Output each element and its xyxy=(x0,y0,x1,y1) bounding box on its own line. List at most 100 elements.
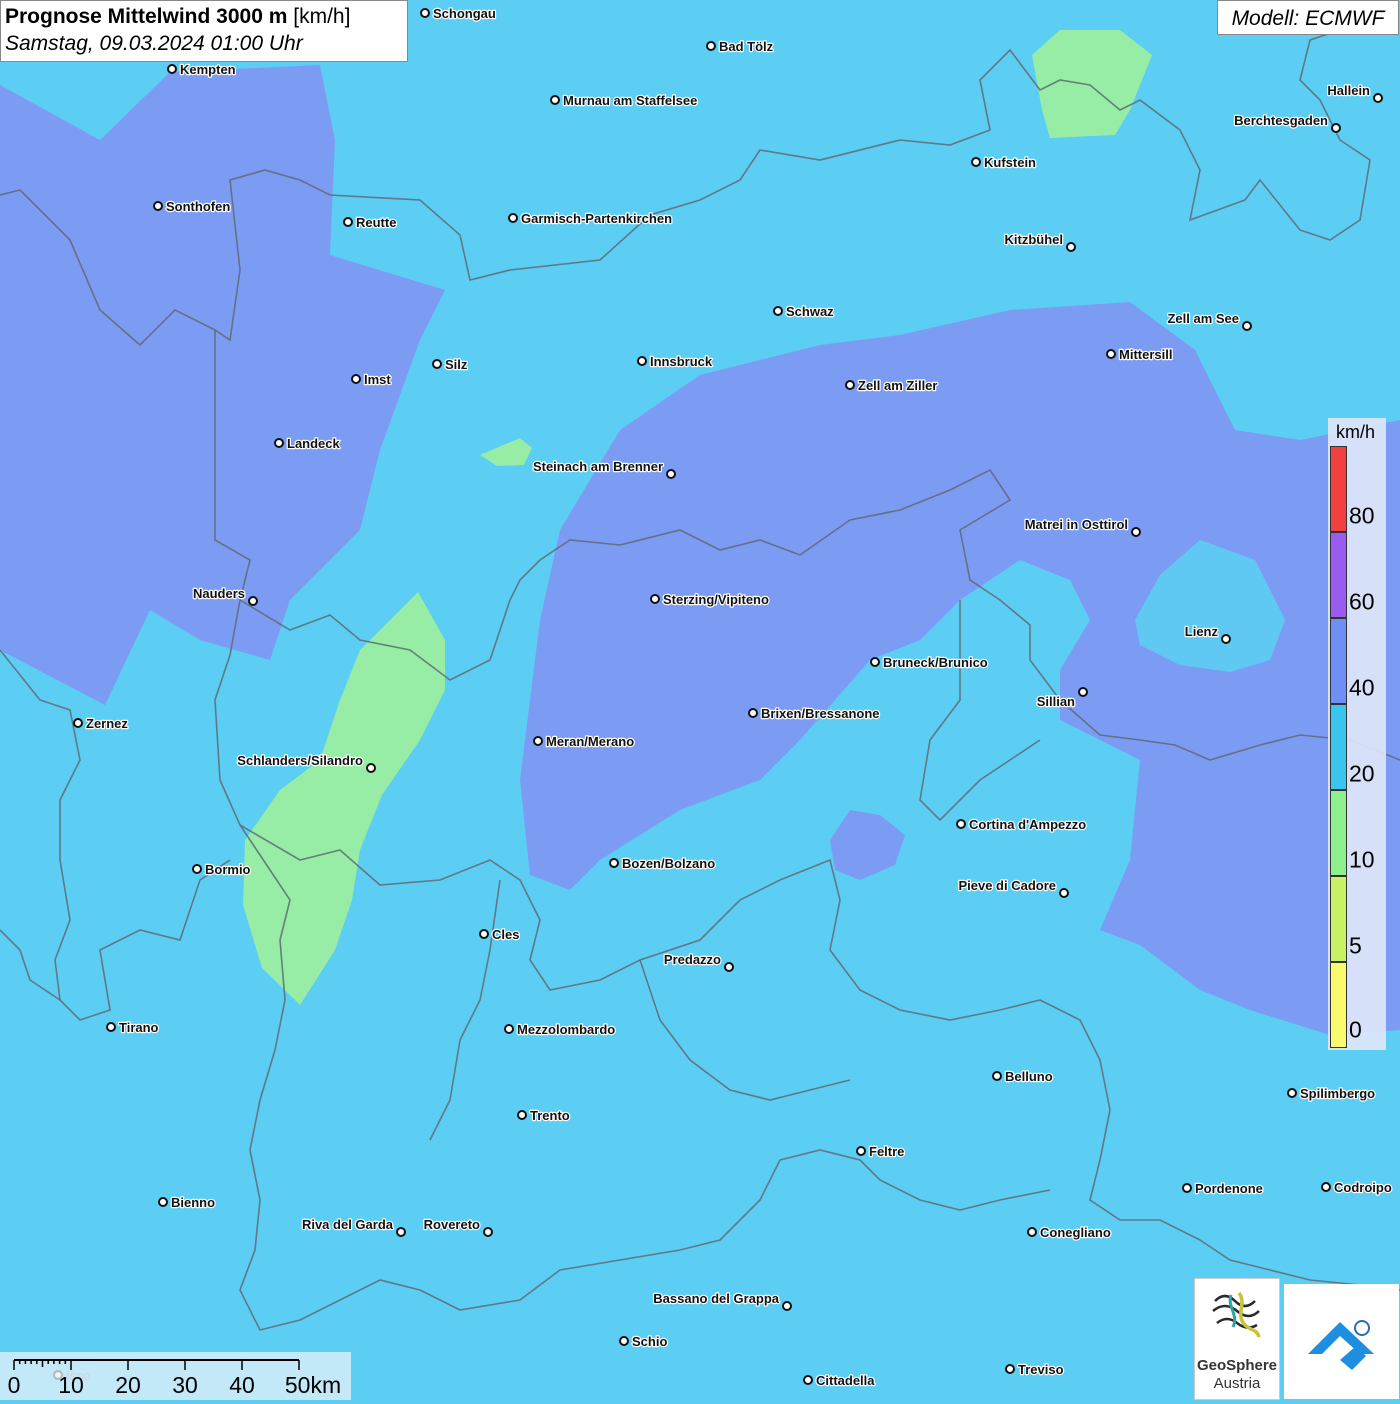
city-label: Bad Tölz xyxy=(719,39,774,54)
scale-label: 30 xyxy=(172,1372,198,1398)
city-label: Trento xyxy=(530,1108,570,1123)
city-dot-icon xyxy=(666,469,676,479)
city-marker[interactable]: Bruneck/Brunico xyxy=(870,654,989,671)
city-marker[interactable]: Innsbruck xyxy=(637,353,714,370)
geosphere-emblem-icon xyxy=(1212,1291,1261,1338)
city-marker[interactable]: Bozen/Bolzano xyxy=(609,855,716,872)
city-dot-icon xyxy=(845,380,855,390)
city-dot-icon xyxy=(619,1336,629,1346)
city-dot-icon xyxy=(508,213,518,223)
city-dot-icon xyxy=(1078,687,1088,697)
city-dot-icon xyxy=(248,596,258,606)
city-dot-icon xyxy=(1221,634,1231,644)
city-label: Treviso xyxy=(1018,1362,1064,1377)
legend-tick-label: 10 xyxy=(1349,846,1375,873)
city-label: Landeck xyxy=(287,436,341,451)
legend-tick-label: 0 xyxy=(1349,1016,1362,1043)
city-marker[interactable]: Cortina d'Ampezzo xyxy=(956,816,1087,833)
city-dot-icon xyxy=(748,708,758,718)
city-label: Conegliano xyxy=(1040,1225,1111,1240)
city-label: Sillian xyxy=(1037,694,1075,709)
city-dot-icon xyxy=(366,763,376,773)
city-dot-icon xyxy=(1321,1182,1331,1192)
legend-unit: km/h xyxy=(1336,422,1376,442)
title-unit: [km/h] xyxy=(293,5,351,28)
city-label: Mittersill xyxy=(1119,347,1172,362)
city-dot-icon xyxy=(1373,93,1383,103)
legend-tick-label: 40 xyxy=(1349,674,1375,701)
model-label: Modell: ECMWF xyxy=(1217,0,1399,35)
city-dot-icon xyxy=(1005,1364,1015,1374)
city-label: Bozen/Bolzano xyxy=(622,856,715,871)
city-marker[interactable]: Meran/Merano xyxy=(533,733,635,750)
city-dot-icon xyxy=(706,41,716,51)
city-label: Belluno xyxy=(1005,1069,1053,1084)
city-label: Rovereto xyxy=(424,1217,480,1232)
city-dot-icon xyxy=(1331,123,1341,133)
city-dot-icon xyxy=(856,1146,866,1156)
legend-swatch xyxy=(1330,618,1347,704)
city-dot-icon xyxy=(483,1227,493,1237)
legend-swatch xyxy=(1330,876,1347,962)
city-marker[interactable]: Garmisch-Partenkirchen xyxy=(508,210,673,227)
wind-map[interactable]: Schongau Bad Tölz Kempten Murnau am Staffel… xyxy=(0,0,1400,1400)
city-marker[interactable]: Zell am Ziller xyxy=(845,377,939,394)
city-dot-icon xyxy=(192,864,202,874)
city-label: Bassano del Grappa xyxy=(653,1291,779,1306)
city-marker[interactable]: Brixen/Bressanone xyxy=(748,705,881,722)
city-label: Zell am See xyxy=(1167,311,1239,326)
city-dot-icon xyxy=(153,201,163,211)
city-dot-icon xyxy=(533,736,543,746)
city-dot-icon xyxy=(479,929,489,939)
city-dot-icon xyxy=(106,1022,116,1032)
app-mountain-icon xyxy=(1308,1320,1374,1370)
city-label: Cles xyxy=(492,927,519,942)
legend-tick-label: 80 xyxy=(1349,502,1375,529)
city-label: Bruneck/Brunico xyxy=(883,655,988,670)
city-label: Cittadella xyxy=(816,1373,875,1388)
city-marker[interactable]: Sterzing/Vipiteno xyxy=(650,591,770,608)
city-marker[interactable]: Pordenone xyxy=(1182,1180,1264,1197)
city-dot-icon xyxy=(274,438,284,448)
city-marker[interactable]: Conegliano xyxy=(1027,1224,1112,1241)
city-marker[interactable]: Spilimbergo xyxy=(1287,1085,1376,1102)
city-dot-icon xyxy=(167,64,177,74)
city-label: Predazzo xyxy=(664,952,721,967)
city-dot-icon xyxy=(782,1301,792,1311)
city-label: Cortina d'Ampezzo xyxy=(969,817,1086,832)
legend-tick-label: 60 xyxy=(1349,588,1375,615)
city-marker[interactable]: Sonthofen xyxy=(153,198,232,215)
city-label: Schongau xyxy=(433,6,496,21)
city-dot-icon xyxy=(1182,1183,1192,1193)
city-label: Tirano xyxy=(119,1020,159,1035)
city-label: Murnau am Staffelsee xyxy=(563,93,697,108)
city-label: Berchtesgaden xyxy=(1234,113,1328,128)
city-label: Hallein xyxy=(1327,83,1370,98)
weather-app-logo[interactable] xyxy=(1284,1284,1399,1399)
city-label: Zernez xyxy=(86,716,128,731)
city-label: Schio xyxy=(632,1334,667,1349)
city-marker[interactable]: Mezzolombardo xyxy=(504,1021,616,1038)
city-dot-icon xyxy=(971,157,981,167)
city-dot-icon xyxy=(870,657,880,667)
city-dot-icon xyxy=(637,356,647,366)
title-box: Prognose Mittelwind 3000 m [km/h] Samsta… xyxy=(0,0,408,62)
scale-label: 10 xyxy=(58,1372,84,1398)
city-label: Sterzing/Vipiteno xyxy=(663,592,769,607)
city-label: Pieve di Cadore xyxy=(958,878,1056,893)
legend-swatch xyxy=(1330,704,1347,790)
city-label: Reutte xyxy=(356,215,396,230)
city-dot-icon xyxy=(650,594,660,604)
city-dot-icon xyxy=(773,306,783,316)
city-dot-icon xyxy=(1059,888,1069,898)
legend-swatch xyxy=(1330,962,1347,1048)
geosphere-logo[interactable]: GeoSphere Austria xyxy=(1194,1278,1280,1400)
scale-label: 50km xyxy=(284,1372,342,1398)
forecast-datetime: Samstag, 09.03.2024 01:00 Uhr xyxy=(5,32,303,55)
scale-label: 0 xyxy=(7,1372,21,1398)
city-marker[interactable]: Murnau am Staffelsee xyxy=(550,92,699,109)
city-label: Meran/Merano xyxy=(546,734,634,749)
city-label: Nauders xyxy=(193,586,245,601)
city-dot-icon xyxy=(992,1071,1002,1081)
city-marker[interactable]: Schongau xyxy=(420,5,497,22)
